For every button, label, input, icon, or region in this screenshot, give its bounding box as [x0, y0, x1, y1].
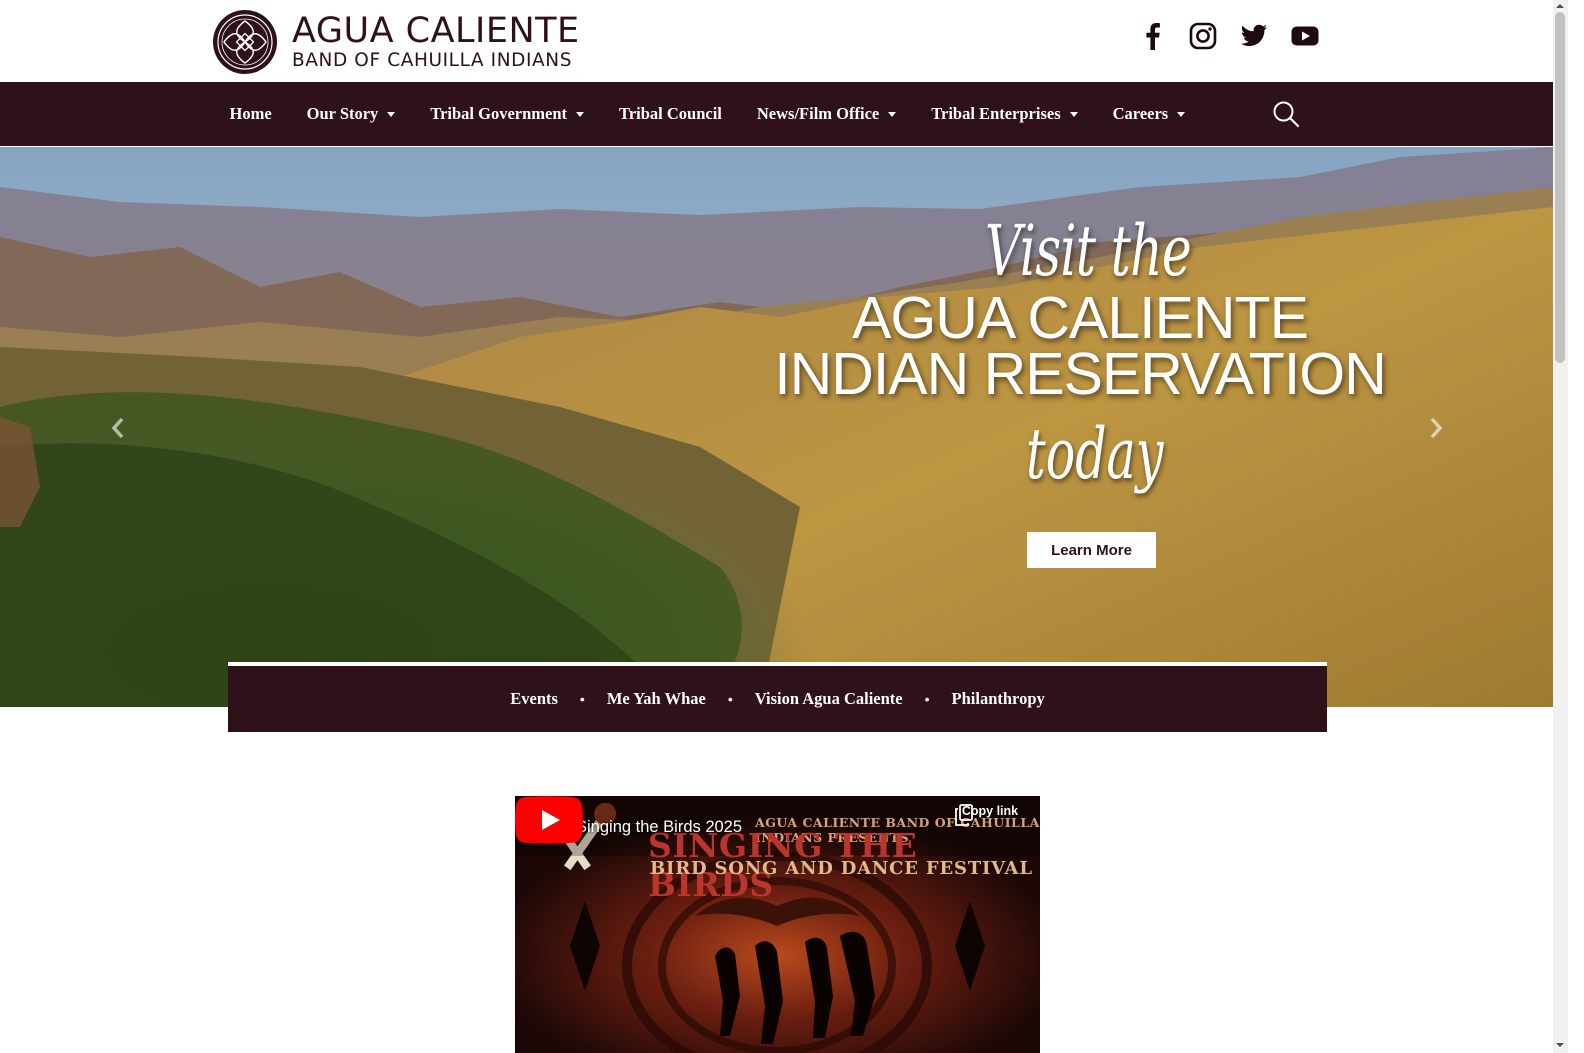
hero-visit-text: Visit the [985, 210, 1192, 292]
quick-links-bar: Events • Me Yah Whae • Vision Agua Calie… [228, 662, 1327, 732]
right-gutter [1568, 0, 1584, 1053]
hero-landscape-image [0, 147, 1553, 707]
instagram-icon[interactable] [1188, 21, 1218, 51]
search-icon[interactable] [1272, 100, 1300, 128]
separator-dot: • [579, 691, 585, 707]
nav-item-news-film-office[interactable]: News/Film Office [739, 82, 913, 146]
quick-link-events[interactable]: Events [510, 689, 558, 709]
nav-item-careers[interactable]: Careers [1095, 82, 1203, 146]
separator-dot: • [924, 691, 930, 707]
copy-icon [955, 804, 973, 826]
hero-title: AGUA CALIENTE INDIAN RESERVATION [740, 285, 1420, 407]
nav-items: Home Our Story Tribal Government Tribal … [212, 82, 1203, 146]
logo-subtitle: BAND OF CAHUILLA INDIANS [292, 50, 573, 71]
quick-link-philanthropy[interactable]: Philanthropy [952, 689, 1045, 709]
nav-label: Tribal Government [430, 104, 568, 123]
quick-link-vision-agua-caliente[interactable]: Vision Agua Caliente [755, 689, 903, 709]
scroll-up-icon[interactable] [1555, 1, 1565, 11]
logo-text: AGUA CALIENTE BAND OF CAHUILLA INDIANS [292, 13, 580, 71]
logo-title: AGUA CALIENTE [292, 11, 580, 51]
video-title[interactable]: Singing the Birds 2025 [576, 818, 742, 837]
nav-item-our-story[interactable]: Our Story [289, 82, 413, 146]
logo-emblem-icon [213, 10, 277, 74]
hero-carousel: Visit the AGUA CALIENTE INDIAN RESERVATI… [0, 147, 1553, 707]
main-nav: Home Our Story Tribal Government Tribal … [0, 82, 1553, 146]
hero-title-line1: AGUA CALIENTE [852, 285, 1309, 351]
youtube-icon[interactable] [1290, 21, 1320, 51]
nav-item-home[interactable]: Home [212, 82, 289, 146]
chevron-right-icon[interactable] [1424, 413, 1448, 443]
caret-down-icon [1177, 111, 1186, 117]
scrollbar-thumb[interactable] [1555, 12, 1565, 363]
chevron-left-icon[interactable] [106, 413, 130, 443]
nav-label: News/Film Office [756, 104, 880, 123]
caret-down-icon [387, 111, 396, 117]
nav-label: Tribal Council [619, 104, 722, 123]
nav-label: Home [229, 104, 272, 123]
site-header: AGUA CALIENTE BAND OF CAHUILLA INDIANS [0, 0, 1553, 82]
nav-label: Tribal Enterprises [931, 104, 1061, 123]
nav-item-tribal-government[interactable]: Tribal Government [413, 82, 602, 146]
hero-title-line2: INDIAN RESERVATION [774, 341, 1386, 407]
caret-down-icon [888, 111, 897, 117]
poster-subtitle-text: BIRD SONG AND DANCE FESTIVAL [650, 858, 1033, 879]
nav-label: Our Story [306, 104, 379, 123]
social-links [1137, 21, 1320, 51]
hero-today-text: today [1026, 413, 1164, 495]
quick-link-me-yah-whae[interactable]: Me Yah Whae [607, 689, 706, 709]
twitter-icon[interactable] [1239, 21, 1269, 51]
site-logo[interactable]: AGUA CALIENTE BAND OF CAHUILLA INDIANS [212, 9, 580, 75]
learn-more-button[interactable]: Learn More [1027, 532, 1156, 568]
separator-dot: • [727, 691, 733, 707]
caret-down-icon [576, 111, 585, 117]
video-embed[interactable]: AGUA CALIENTE BAND OF CAHUILLA INDIANS P… [515, 796, 1040, 1053]
scroll-down-icon[interactable] [1555, 1040, 1565, 1050]
play-icon[interactable] [515, 796, 583, 844]
copy-link-button[interactable]: Copy link [955, 804, 1025, 826]
nav-label: Careers [1112, 104, 1169, 123]
nav-item-tribal-council[interactable]: Tribal Council [602, 82, 740, 146]
nav-item-tribal-enterprises[interactable]: Tribal Enterprises [914, 82, 1095, 146]
facebook-icon[interactable] [1137, 21, 1167, 51]
caret-down-icon [1069, 111, 1078, 117]
